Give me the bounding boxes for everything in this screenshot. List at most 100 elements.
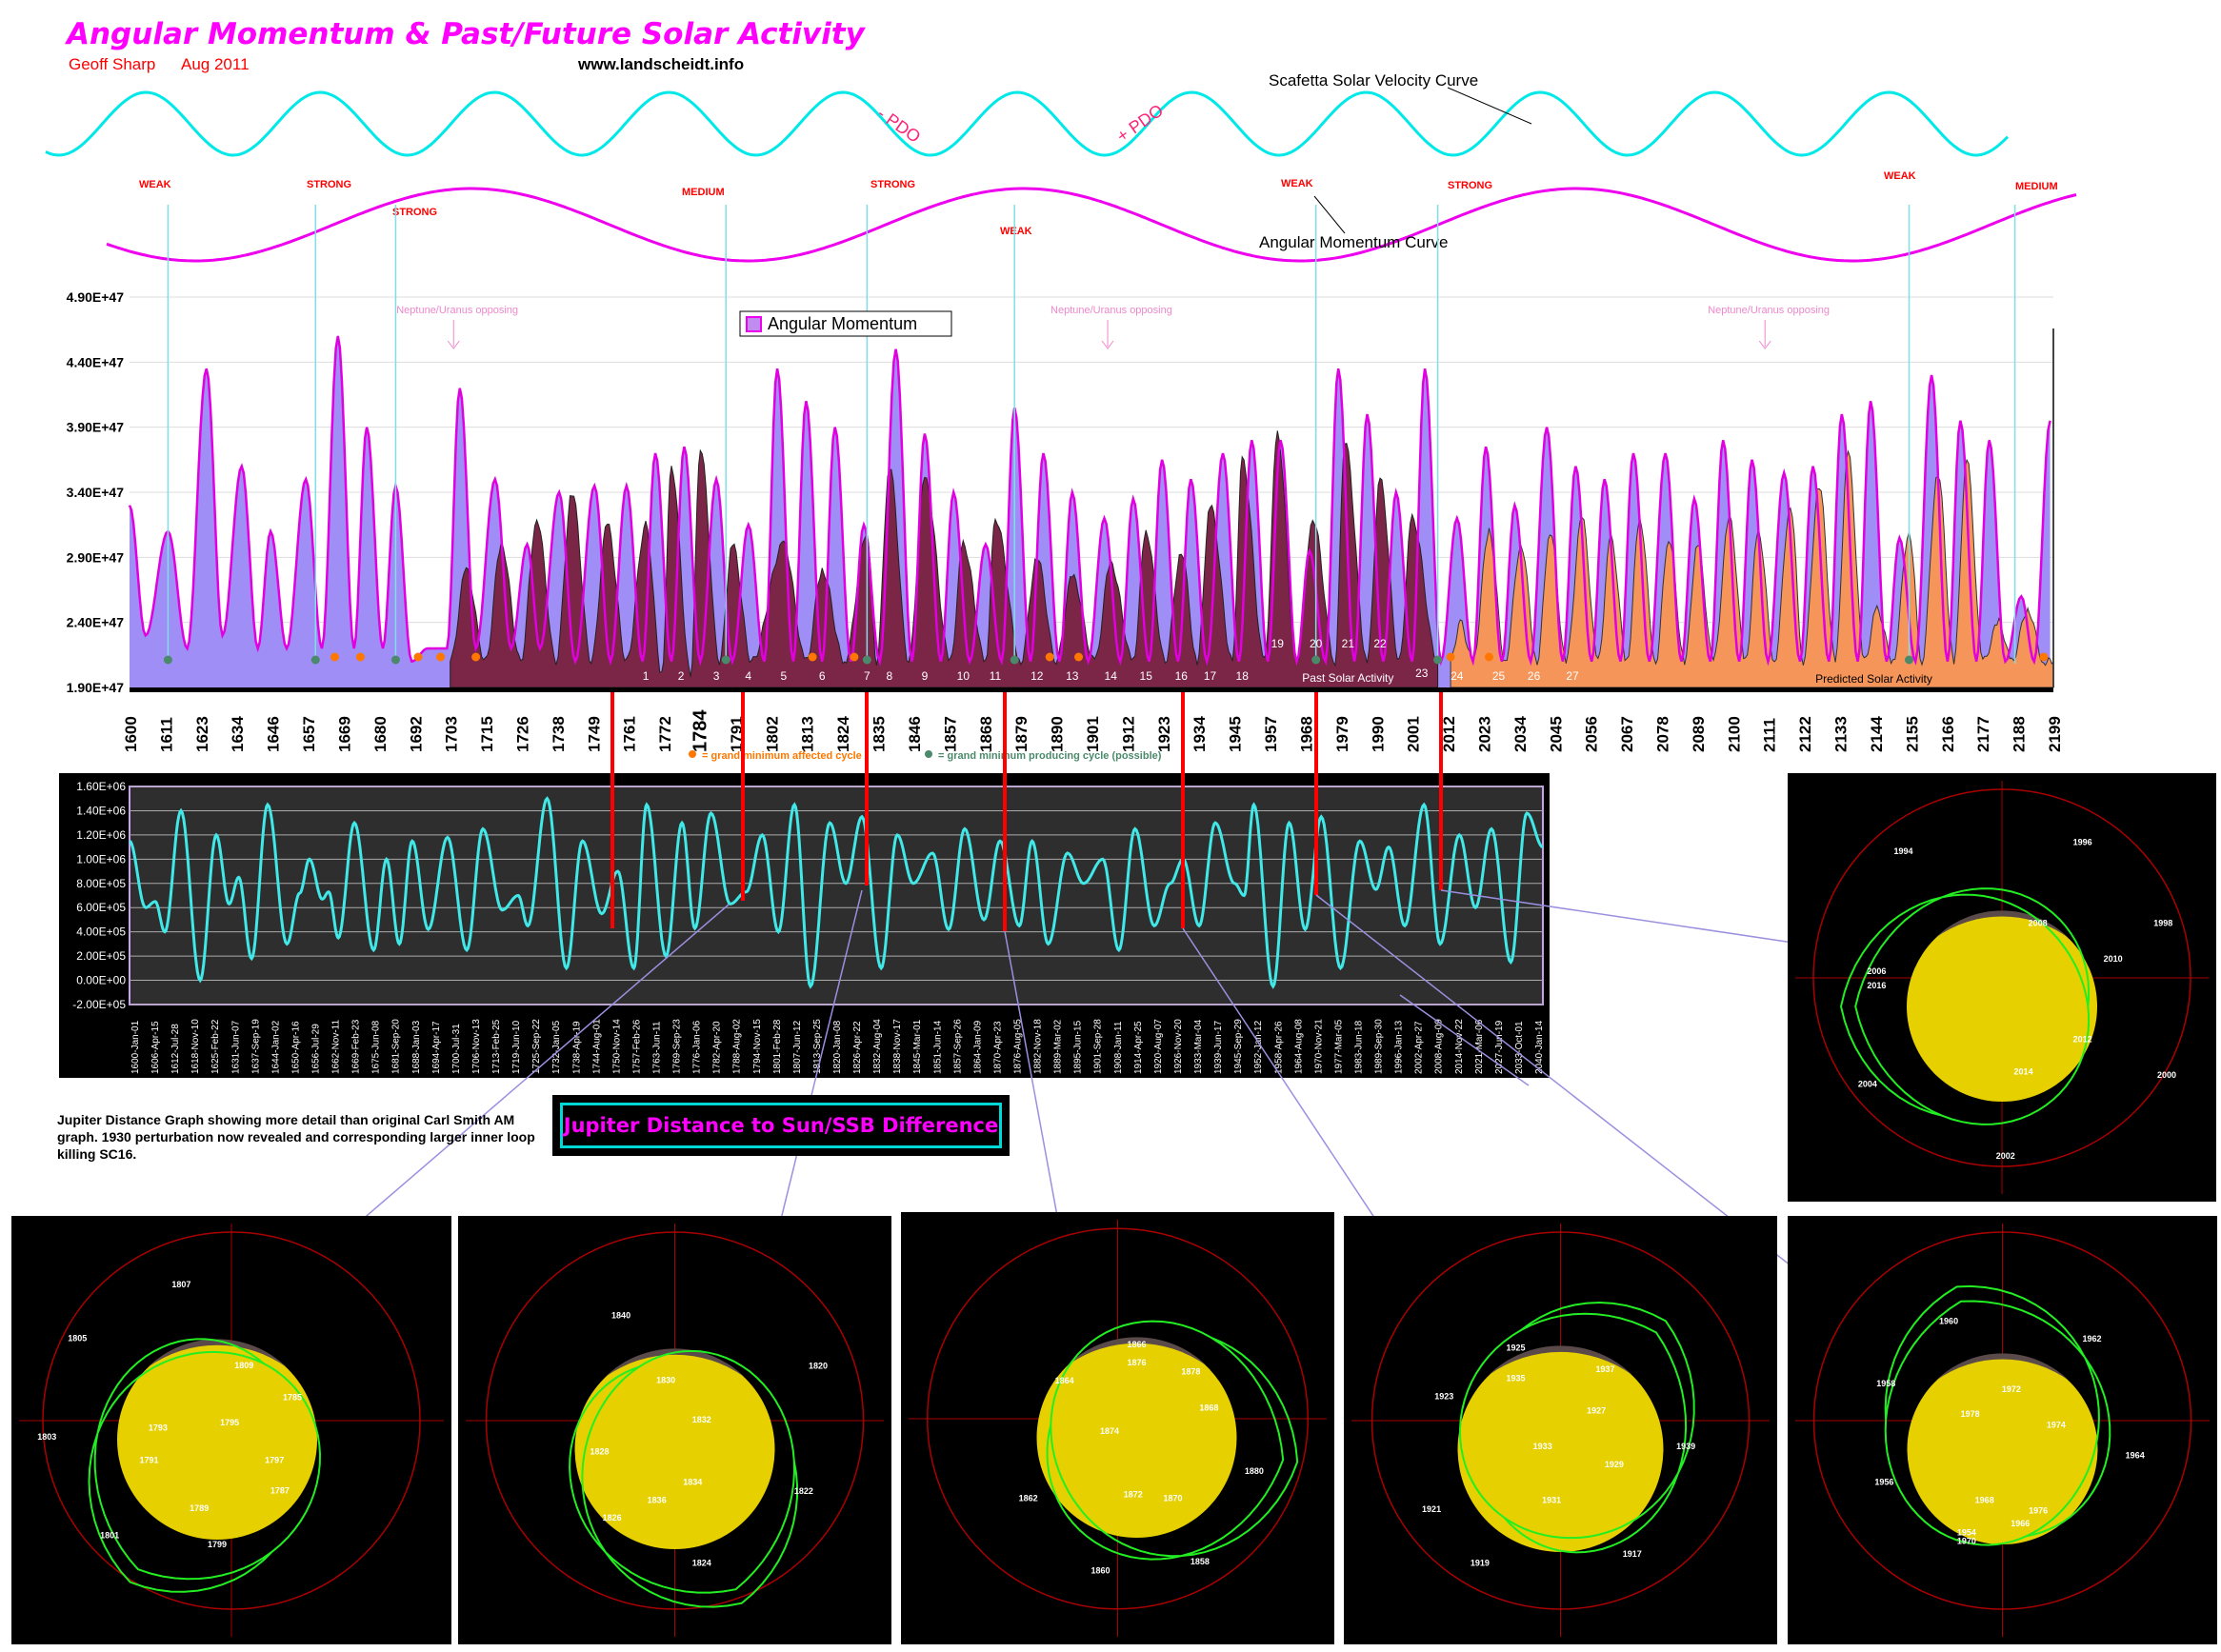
- jupiter-x-tick: 1681-Sep-20: [391, 1019, 402, 1074]
- strength-label: WEAK: [1884, 170, 1916, 182]
- cycle-number: 18: [1236, 669, 1250, 683]
- am-x-tick: 1680: [371, 716, 390, 752]
- orbit-year-label: 1933: [1533, 1442, 1552, 1451]
- jupiter-x-tick: 1882-Nov-18: [1033, 1019, 1044, 1074]
- jupiter-x-tick: 1662-Nov-11: [331, 1019, 342, 1074]
- orbit-year-label: 1978: [1961, 1409, 1980, 1419]
- jupiter-x-tick: 1631-Jun-07: [230, 1020, 241, 1074]
- orbit-year-label: 1917: [1623, 1549, 1642, 1559]
- cycle-number: 23: [1415, 667, 1429, 680]
- orbit-year-label: 1803: [37, 1432, 56, 1442]
- grand-minimum-affected-marker: [413, 652, 423, 662]
- am-x-tick: 1968: [1297, 716, 1315, 752]
- am-x-tick: 1646: [265, 716, 283, 752]
- orbit-year-label: 1858: [1191, 1557, 1210, 1566]
- jupiter-x-tick: 1926-Nov-20: [1173, 1019, 1184, 1074]
- strength-label: WEAK: [139, 179, 171, 190]
- orbit-year-label: 1807: [171, 1280, 190, 1289]
- grand-minimum-producing-marker: [1010, 655, 1019, 665]
- orbit-year-label: 1919: [1471, 1558, 1490, 1567]
- angular-momentum-chart: 4.90E+47 4.40E+47 3.90E+47 3.40E+47 2.90E+47…: [67, 205, 2064, 762]
- neptune-uranus-annotation: Neptune/Uranus opposing: [1050, 305, 1172, 316]
- orbit-panel: 1994 1996 1998 2010 2006 2016 2012 2014 2004 2000…: [1788, 773, 2216, 1202]
- jupiter-x-tick: 1807-Jun-12: [792, 1020, 803, 1074]
- cycle-number: 16: [1175, 669, 1189, 683]
- orbit-year-label: 2012: [2073, 1035, 2092, 1045]
- jupiter-y-tick: 1.20E+06: [76, 828, 126, 842]
- orbit-year-label: 1929: [1605, 1460, 1624, 1469]
- am-x-tick: 1957: [1262, 716, 1280, 752]
- jupiter-x-tick: 1600-Jan-01: [130, 1020, 141, 1074]
- orbit-year-label: 1834: [683, 1478, 702, 1487]
- jupiter-y-tick: 1.40E+06: [76, 804, 126, 817]
- am-x-tick: 1669: [335, 716, 353, 752]
- jupiter-x-tick: 1776-Jan-06: [692, 1020, 703, 1074]
- orbit-year-label: 1820: [809, 1361, 828, 1370]
- am-x-tick: 2100: [1725, 716, 1743, 752]
- jupiter-x-tick: 1757-Feb-26: [631, 1019, 642, 1074]
- am-x-tick: 1772: [656, 716, 674, 752]
- sun-disc: [117, 1340, 317, 1540]
- orbit-year-label: 1994: [1894, 846, 1913, 856]
- jupiter-x-tick: 1970-Nov-21: [1313, 1019, 1324, 1074]
- jupiter-x-tick: 2021-Mar-06: [1474, 1019, 1485, 1074]
- am-y-tick: 3.90E+47: [67, 420, 125, 435]
- am-x-tick: 1657: [300, 716, 318, 752]
- grand-minimum-affected-marker: [436, 652, 446, 662]
- grand-minimum-affected-marker: [1045, 652, 1054, 662]
- jupiter-x-tick: 1989-Sep-30: [1374, 1019, 1385, 1074]
- strength-label: STRONG: [307, 179, 351, 190]
- cycle-number: 15: [1140, 669, 1153, 683]
- am-x-tick: 2111: [1761, 718, 1779, 752]
- angular-momentum-curve-label: Angular Momentum Curve: [1259, 233, 1448, 251]
- cycle-number: 25: [1492, 669, 1506, 683]
- am-x-tick: 1857: [941, 716, 959, 752]
- cycle-number: 14: [1105, 669, 1118, 683]
- jupiter-x-tick: 1870-Apr-23: [992, 1021, 1003, 1074]
- grand-minimum-producing-marker: [1433, 655, 1443, 665]
- jupiter-x-tick: 1964-Aug-08: [1293, 1019, 1304, 1074]
- orbit-year-label: 1866: [1127, 1340, 1146, 1349]
- am-x-tick: 1813: [799, 716, 817, 752]
- jupiter-x-tick: 1719-Jun-10: [511, 1020, 522, 1074]
- orbit-panel: 1807 1805 1809 1785 1793 1795 1803 1791 1797 1787…: [11, 1216, 451, 1644]
- orbit-panel: 1925 1935 1937 1923 1933 1939 1929 1921 1931 1919…: [1344, 1216, 1777, 1644]
- am-y-tick: 4.90E+47: [67, 289, 125, 305]
- orbit-year-label: 1970: [1957, 1537, 1976, 1546]
- jupiter-x-tick: 1901-Sep-28: [1093, 1019, 1104, 1074]
- sun-disc: [1907, 911, 2097, 1102]
- jupiter-y-tick: 8.00E+05: [76, 877, 126, 890]
- orbit-year-label: 2004: [1858, 1080, 1877, 1089]
- am-legend-label: Angular Momentum: [768, 314, 917, 333]
- am-x-tick: 2122: [1796, 716, 1814, 752]
- jupiter-x-tick: 1908-Jan-11: [1113, 1021, 1124, 1074]
- jupiter-x-tick: 2002-Apr-27: [1414, 1021, 1425, 1074]
- strength-label: STRONG: [392, 207, 437, 218]
- orbit-panel: 1840 1830 1820 1828 1836 1822 1834 1826 1824 1832: [458, 1216, 891, 1644]
- jupiter-x-tick: 1958-Apr-26: [1273, 1021, 1284, 1074]
- jupiter-x-tick: 1706-Nov-13: [471, 1019, 482, 1074]
- jupiter-x-tick: 1914-Apr-25: [1133, 1021, 1144, 1074]
- orbit-year-label: 1789: [190, 1503, 209, 1513]
- jupiter-x-tick: 1851-Jun-14: [932, 1020, 943, 1074]
- jupiter-x-tick: 1618-Nov-10: [190, 1019, 201, 1074]
- jupiter-x-tick: 1612-Jul-28: [170, 1024, 181, 1074]
- jupiter-x-tick: 1732-Jan-05: [551, 1020, 562, 1074]
- orbit-year-label: 1822: [794, 1486, 813, 1496]
- orbit-year-label: 1793: [149, 1423, 168, 1433]
- jupiter-x-tick: 1675-Jun-08: [371, 1020, 382, 1074]
- jupiter-x-tick: 1826-Apr-22: [852, 1021, 863, 1074]
- am-x-tick: 1600: [122, 716, 140, 752]
- jupiter-y-tick: 4.00E+05: [76, 926, 126, 939]
- orbit-year-label: 1880: [1245, 1466, 1264, 1476]
- am-x-tick: 1802: [763, 716, 781, 752]
- am-x-tick: 1784: [690, 709, 711, 752]
- am-x-tick: 1623: [193, 716, 211, 752]
- orbit-year-label: 1872: [1124, 1490, 1143, 1500]
- pdo-minus-label: - PDO: [874, 104, 924, 147]
- jupiter-y-tick: -2.00E+05: [72, 998, 126, 1011]
- jupiter-x-tick: 1813-Sep-25: [812, 1019, 823, 1074]
- cycle-number: 19: [1271, 637, 1285, 650]
- cycle-number: 7: [864, 669, 870, 683]
- orbit-year-label: 1960: [1939, 1316, 1958, 1325]
